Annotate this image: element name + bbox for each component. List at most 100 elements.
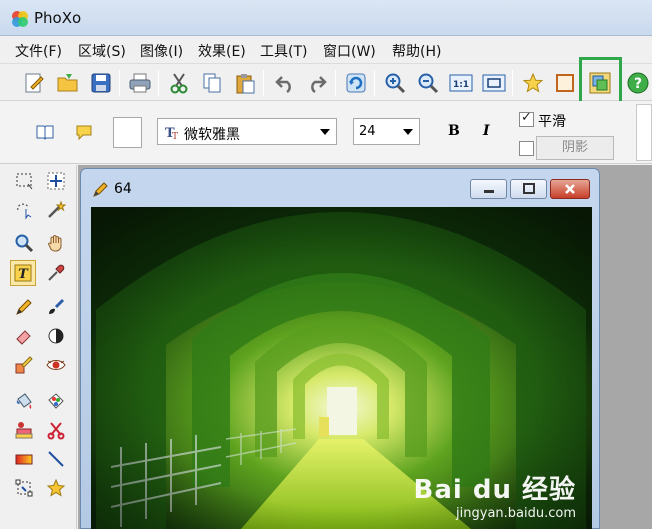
- magic-wand-tool[interactable]: [43, 197, 69, 223]
- speech-bubble-button[interactable]: [70, 118, 98, 146]
- text-direction-button[interactable]: [31, 118, 59, 146]
- book-icon: [36, 125, 54, 140]
- svg-text:T: T: [172, 132, 178, 140]
- redo-button[interactable]: [303, 69, 331, 97]
- shape-tool[interactable]: [43, 475, 69, 501]
- clone-tool[interactable]: [43, 417, 69, 443]
- star-icon: [522, 72, 544, 93]
- close-icon: [565, 184, 575, 194]
- eyedropper-tool[interactable]: [43, 260, 69, 286]
- actual-size-button[interactable]: 1:1: [447, 69, 475, 97]
- chevron-down-icon: [320, 129, 330, 135]
- menu-tools[interactable]: 工具(T): [260, 41, 307, 61]
- copy-button[interactable]: [198, 69, 226, 97]
- minimize-icon: [483, 190, 494, 193]
- lasso-tool[interactable]: [11, 197, 37, 223]
- undo-button[interactable]: [271, 69, 299, 97]
- font-size-value: 24: [359, 124, 376, 139]
- minimize-button[interactable]: [470, 179, 507, 199]
- pencil-tool[interactable]: [11, 294, 37, 320]
- tool-palette: T: [0, 165, 77, 529]
- transform-icon: [15, 479, 33, 497]
- shadow-checkbox[interactable]: [519, 141, 534, 156]
- copy-icon: [203, 73, 221, 93]
- font-family-select[interactable]: TT 微软雅黑: [157, 118, 337, 145]
- menu-window[interactable]: 窗口(W): [323, 41, 376, 61]
- color-replace-icon: [15, 356, 33, 374]
- stamp-tool[interactable]: [11, 417, 37, 443]
- close-button[interactable]: [550, 179, 590, 199]
- document-title: 64: [114, 181, 132, 197]
- refresh-button[interactable]: [342, 69, 370, 97]
- scissors-icon: [47, 422, 65, 440]
- actual-size-icon: 1:1: [449, 74, 473, 92]
- brush-tool[interactable]: [43, 294, 69, 320]
- svg-text:T: T: [18, 267, 29, 282]
- maximize-button[interactable]: [510, 179, 547, 199]
- menu-bar: 文件(F) 区域(S) 图像(I) 效果(E) 工具(T) 窗口(W) 帮助(H…: [0, 37, 652, 63]
- text-tool[interactable]: T: [10, 260, 36, 286]
- fill-tool[interactable]: [11, 388, 37, 414]
- menu-image[interactable]: 图像(I): [140, 41, 183, 61]
- zoom-in-icon: [385, 73, 406, 94]
- eraser-tool[interactable]: [11, 323, 37, 349]
- paint-bucket-icon: [16, 393, 32, 409]
- smooth-label: 平滑: [538, 114, 566, 130]
- text-color-swatch[interactable]: [113, 117, 142, 148]
- toolbar-separator: [158, 70, 159, 96]
- zoom-tool[interactable]: [11, 230, 37, 256]
- hand-icon: [47, 235, 62, 252]
- eraser-icon: [16, 330, 31, 345]
- zoom-out-button[interactable]: [414, 69, 442, 97]
- image-canvas[interactable]: Bai du 经验 jingyan.baidu.com: [91, 207, 592, 529]
- open-button[interactable]: [54, 69, 82, 97]
- eye-icon: [46, 360, 66, 370]
- favorite-button[interactable]: [519, 69, 547, 97]
- menu-help[interactable]: 帮助(H): [392, 41, 441, 61]
- document-window[interactable]: 64 Bai du 经验 jingyan.baidu.com: [80, 168, 600, 529]
- shadow-button[interactable]: 阴影: [536, 136, 614, 160]
- new-button[interactable]: [20, 69, 48, 97]
- font-size-select[interactable]: 24: [353, 118, 420, 145]
- toolbar-separator: [335, 70, 336, 96]
- zoom-out-icon: [418, 73, 439, 94]
- color-replace-tool[interactable]: [11, 352, 37, 378]
- color-fill-tool[interactable]: [43, 388, 69, 414]
- gradient-tool[interactable]: [11, 446, 37, 472]
- help-button[interactable]: ?: [624, 69, 652, 97]
- phoxo-logo-icon: [12, 11, 28, 27]
- save-button[interactable]: [87, 69, 115, 97]
- menu-effects[interactable]: 效果(E): [198, 41, 246, 61]
- zoom-in-button[interactable]: [381, 69, 409, 97]
- menu-file[interactable]: 文件(F): [15, 41, 62, 61]
- frame-button[interactable]: [551, 69, 579, 97]
- smooth-checkbox[interactable]: [519, 110, 534, 127]
- refresh-icon: [346, 73, 366, 93]
- line-tool[interactable]: [43, 446, 69, 472]
- paste-button[interactable]: [231, 69, 259, 97]
- actual-size-label: 1:1: [453, 80, 469, 90]
- contrast-tool[interactable]: [43, 323, 69, 349]
- svg-text:?: ?: [634, 76, 642, 92]
- italic-button[interactable]: I: [483, 123, 490, 139]
- rectangle-icon: [556, 74, 574, 92]
- highlight-box: [579, 57, 622, 105]
- transform-tool[interactable]: [11, 475, 37, 501]
- eyedropper-icon: [48, 264, 65, 281]
- new-icon: [25, 73, 44, 93]
- open-folder-icon: [57, 74, 78, 92]
- undo-icon: [275, 76, 291, 94]
- print-icon: [129, 73, 151, 93]
- speech-bubble-icon: [76, 125, 92, 141]
- hand-tool[interactable]: [43, 230, 69, 256]
- watermark-url: jingyan.baidu.com: [456, 506, 576, 521]
- menu-region[interactable]: 区域(S): [78, 41, 126, 61]
- fit-window-button[interactable]: [480, 69, 508, 97]
- toolbar-separator: [512, 70, 513, 96]
- cut-button[interactable]: [165, 69, 193, 97]
- red-eye-tool[interactable]: [43, 352, 69, 378]
- print-button[interactable]: [126, 69, 154, 97]
- rect-select-tool[interactable]: [11, 168, 37, 194]
- move-tool[interactable]: [43, 168, 69, 194]
- bold-button[interactable]: B: [448, 123, 460, 139]
